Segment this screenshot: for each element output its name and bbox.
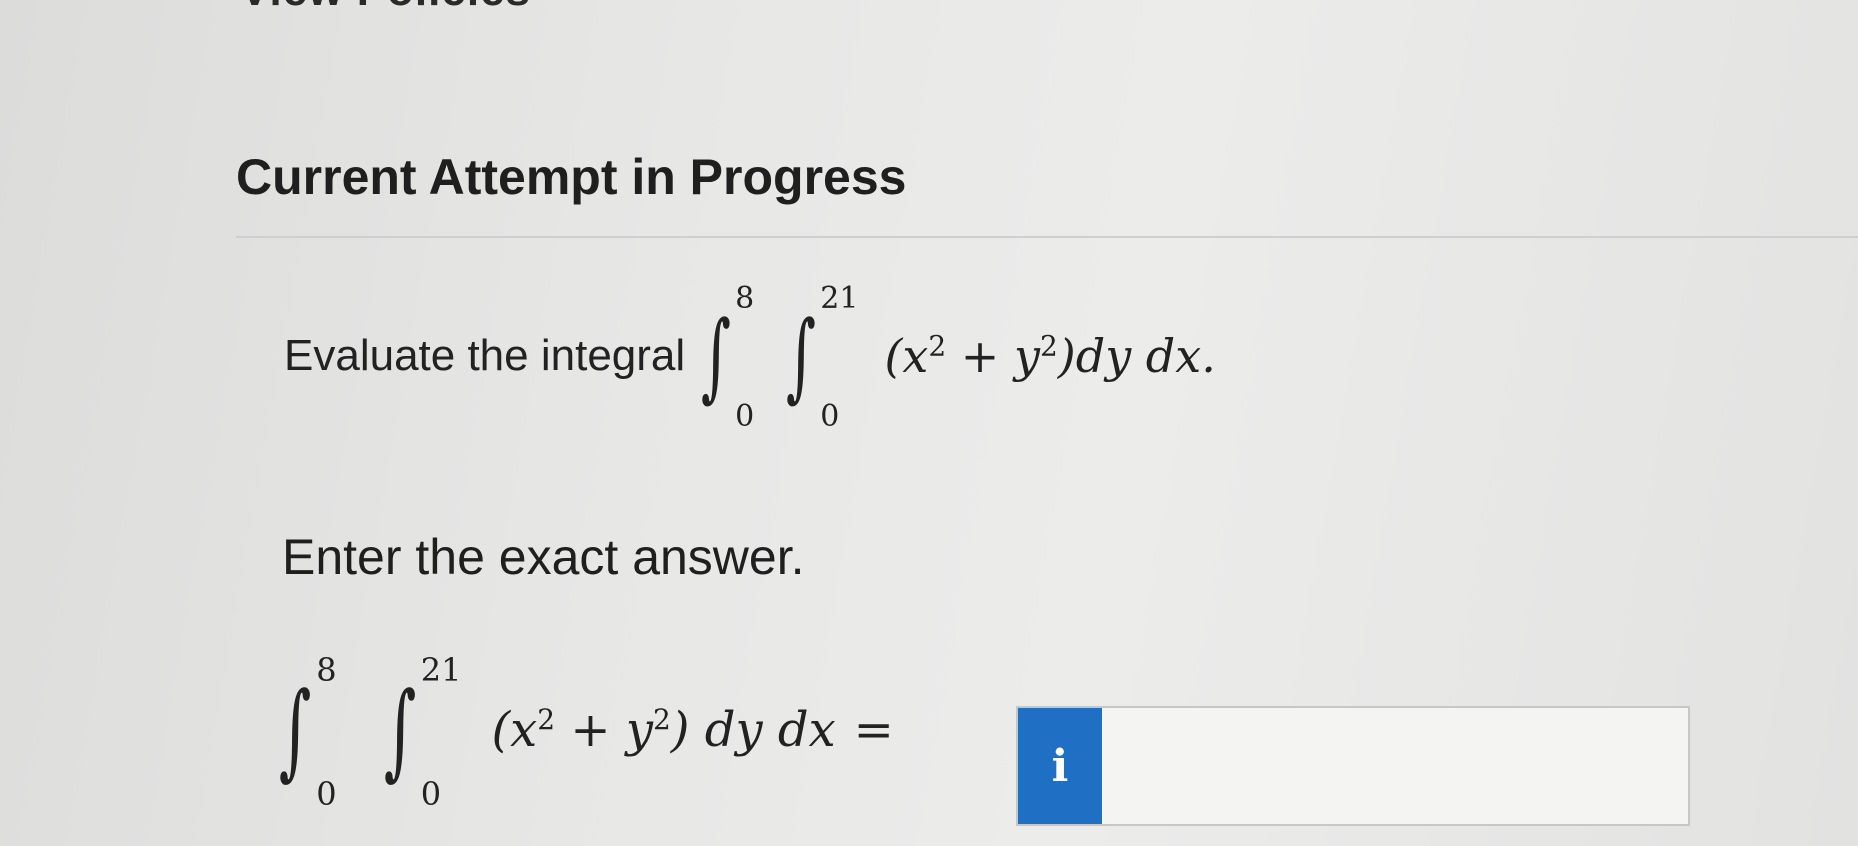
section-title: Current Attempt in Progress [236, 149, 907, 205]
outer-integral: ∫ 8 0 [276, 654, 337, 810]
outer-integral: ∫ 8 0 [699, 284, 754, 432]
x-exponent: 2 [928, 329, 947, 363]
answer-integral: ∫ 8 0 ∫ 21 0 (x2 + y2) dy dx = [276, 654, 894, 810]
equals-sign: = [853, 702, 894, 758]
inner-limits: 21 0 [421, 654, 462, 810]
question-integral: ∫ 8 0 ∫ 21 0 (x2 + y2)dy dx. [699, 284, 1216, 432]
y-exponent: 2 [1039, 329, 1058, 363]
integral-sign-icon: ∫ [786, 300, 817, 412]
info-button[interactable]: i [1018, 708, 1102, 824]
inner-integral: ∫ 21 0 [381, 654, 462, 810]
inner-lower-limit: 0 [820, 399, 840, 434]
question-row: Evaluate the integral ∫ 8 0 ∫ 21 0 (x2 +… [284, 284, 1216, 432]
inner-upper-limit: 21 [420, 651, 462, 689]
answer-field: i [1016, 706, 1690, 826]
integral-sign-icon: ∫ [383, 669, 416, 791]
outer-upper-limit: 8 [735, 281, 755, 316]
integrand-plus-y: + y [946, 329, 1040, 383]
inner-integral: ∫ 21 0 [784, 284, 858, 432]
outer-limits: 8 0 [316, 654, 336, 810]
integrand-open: (x [884, 329, 929, 383]
outer-limits: 8 0 [735, 284, 754, 432]
integrand-plus-y: + y [555, 702, 653, 758]
integrand-close: )dy dx. [1057, 329, 1216, 383]
inner-limits: 21 0 [820, 284, 858, 432]
instruction-text: Enter the exact answer. [282, 529, 805, 585]
answer-input[interactable] [1102, 708, 1688, 824]
answer-row: ∫ 8 0 ∫ 21 0 (x2 + y2) dy dx = [276, 654, 894, 810]
integrand: (x2 + y2)dy dx. [884, 329, 1215, 383]
outer-upper-limit: 8 [316, 651, 337, 689]
section-divider [236, 236, 1858, 238]
outer-lower-limit: 0 [316, 775, 337, 813]
inner-upper-limit: 21 [820, 281, 859, 316]
partial-header-text: View Policies [240, 0, 531, 16]
integrand-open: (x [491, 702, 538, 758]
integral-sign-icon: ∫ [701, 300, 732, 412]
y-exponent: 2 [652, 703, 671, 736]
outer-lower-limit: 0 [735, 399, 755, 434]
integrand: (x2 + y2) dy dx [491, 702, 835, 758]
info-icon: i [1051, 740, 1069, 792]
x-exponent: 2 [537, 703, 556, 736]
inner-lower-limit: 0 [420, 775, 442, 813]
integral-sign-icon: ∫ [278, 669, 312, 791]
question-prompt: Evaluate the integral [284, 331, 686, 380]
integrand-close: ) dy dx [670, 702, 836, 758]
